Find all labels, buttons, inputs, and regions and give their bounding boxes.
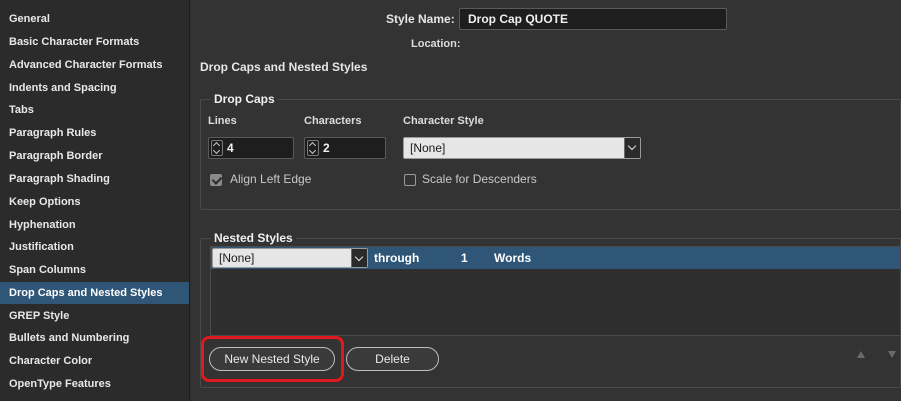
triangle-down-icon[interactable] [888, 351, 896, 358]
nested-style-row[interactable]: [None] through 1 Words [211, 247, 900, 269]
scale-for-descenders-label: Scale for Descenders [422, 172, 537, 186]
sidebar-item-grep-style[interactable]: GREP Style [0, 305, 189, 327]
character-style-select[interactable]: [None] [403, 137, 641, 159]
new-nested-style-button[interactable]: New Nested Style [209, 347, 335, 371]
characters-value: 2 [323, 141, 330, 155]
sidebar-item-basic-character-formats[interactable]: Basic Character Formats [0, 31, 189, 53]
sidebar-item-bullets-and-numbering[interactable]: Bullets and Numbering [0, 327, 189, 349]
sidebar-item-justification[interactable]: Justification [0, 236, 189, 258]
sidebar-item-advanced-character-formats[interactable]: Advanced Character Formats [0, 54, 189, 76]
lines-value: 4 [227, 141, 234, 155]
sidebar-item-character-color[interactable]: Character Color [0, 350, 189, 372]
character-style-value: [None] [410, 141, 446, 155]
style-name-label: Style Name: [386, 12, 455, 26]
sidebar-item-tabs[interactable]: Tabs [0, 99, 189, 121]
sidebar-item-indents-and-spacing[interactable]: Indents and Spacing [0, 77, 189, 99]
characters-label: Characters [304, 115, 362, 127]
lines-stepper[interactable]: 4 [208, 137, 294, 159]
align-left-edge-checkbox[interactable] [210, 174, 222, 186]
sidebar-item-paragraph-border[interactable]: Paragraph Border [0, 145, 189, 167]
nested-styles-list[interactable]: [None] through 1 Words [210, 246, 901, 336]
drop-caps-title: Drop Caps [211, 92, 278, 106]
sidebar: General Basic Character Formats Advanced… [0, 0, 190, 401]
nested-unit-value[interactable]: Words [494, 247, 531, 269]
nested-through-value[interactable]: through [374, 247, 419, 269]
chevron-down-icon[interactable] [351, 249, 367, 267]
sidebar-item-hyphenation[interactable]: Hyphenation [0, 214, 189, 236]
align-left-edge-label: Align Left Edge [230, 172, 312, 186]
style-name-field[interactable]: Drop Cap QUOTE [459, 8, 727, 30]
lines-label: Lines [208, 115, 237, 127]
sidebar-item-drop-caps-and-nested-styles[interactable]: Drop Caps and Nested Styles [0, 282, 189, 304]
character-style-label: Character Style [403, 115, 484, 127]
stepper-arrows-icon[interactable] [307, 140, 319, 156]
location-label: Location: [411, 38, 461, 50]
chevron-down-icon[interactable] [624, 138, 640, 158]
sidebar-item-paragraph-shading[interactable]: Paragraph Shading [0, 168, 189, 190]
characters-stepper[interactable]: 2 [304, 137, 386, 159]
sidebar-item-span-columns[interactable]: Span Columns [0, 259, 189, 281]
delete-button[interactable]: Delete [346, 347, 439, 371]
nested-styles-title: Nested Styles [211, 231, 296, 245]
scale-for-descenders-checkbox[interactable] [404, 174, 416, 186]
nested-count-value[interactable]: 1 [461, 247, 468, 269]
sidebar-item-keep-options[interactable]: Keep Options [0, 191, 189, 213]
stepper-arrows-icon[interactable] [211, 140, 223, 156]
sidebar-item-general[interactable]: General [0, 8, 189, 30]
section-title: Drop Caps and Nested Styles [200, 60, 368, 74]
nested-style-select[interactable]: [None] [212, 248, 368, 268]
main-panel: Style Name: Drop Cap QUOTE Location: Dro… [191, 0, 901, 401]
sidebar-item-opentype-features[interactable]: OpenType Features [0, 373, 189, 395]
sidebar-item-paragraph-rules[interactable]: Paragraph Rules [0, 122, 189, 144]
nested-style-value: [None] [219, 251, 255, 265]
triangle-up-icon[interactable] [857, 351, 865, 358]
